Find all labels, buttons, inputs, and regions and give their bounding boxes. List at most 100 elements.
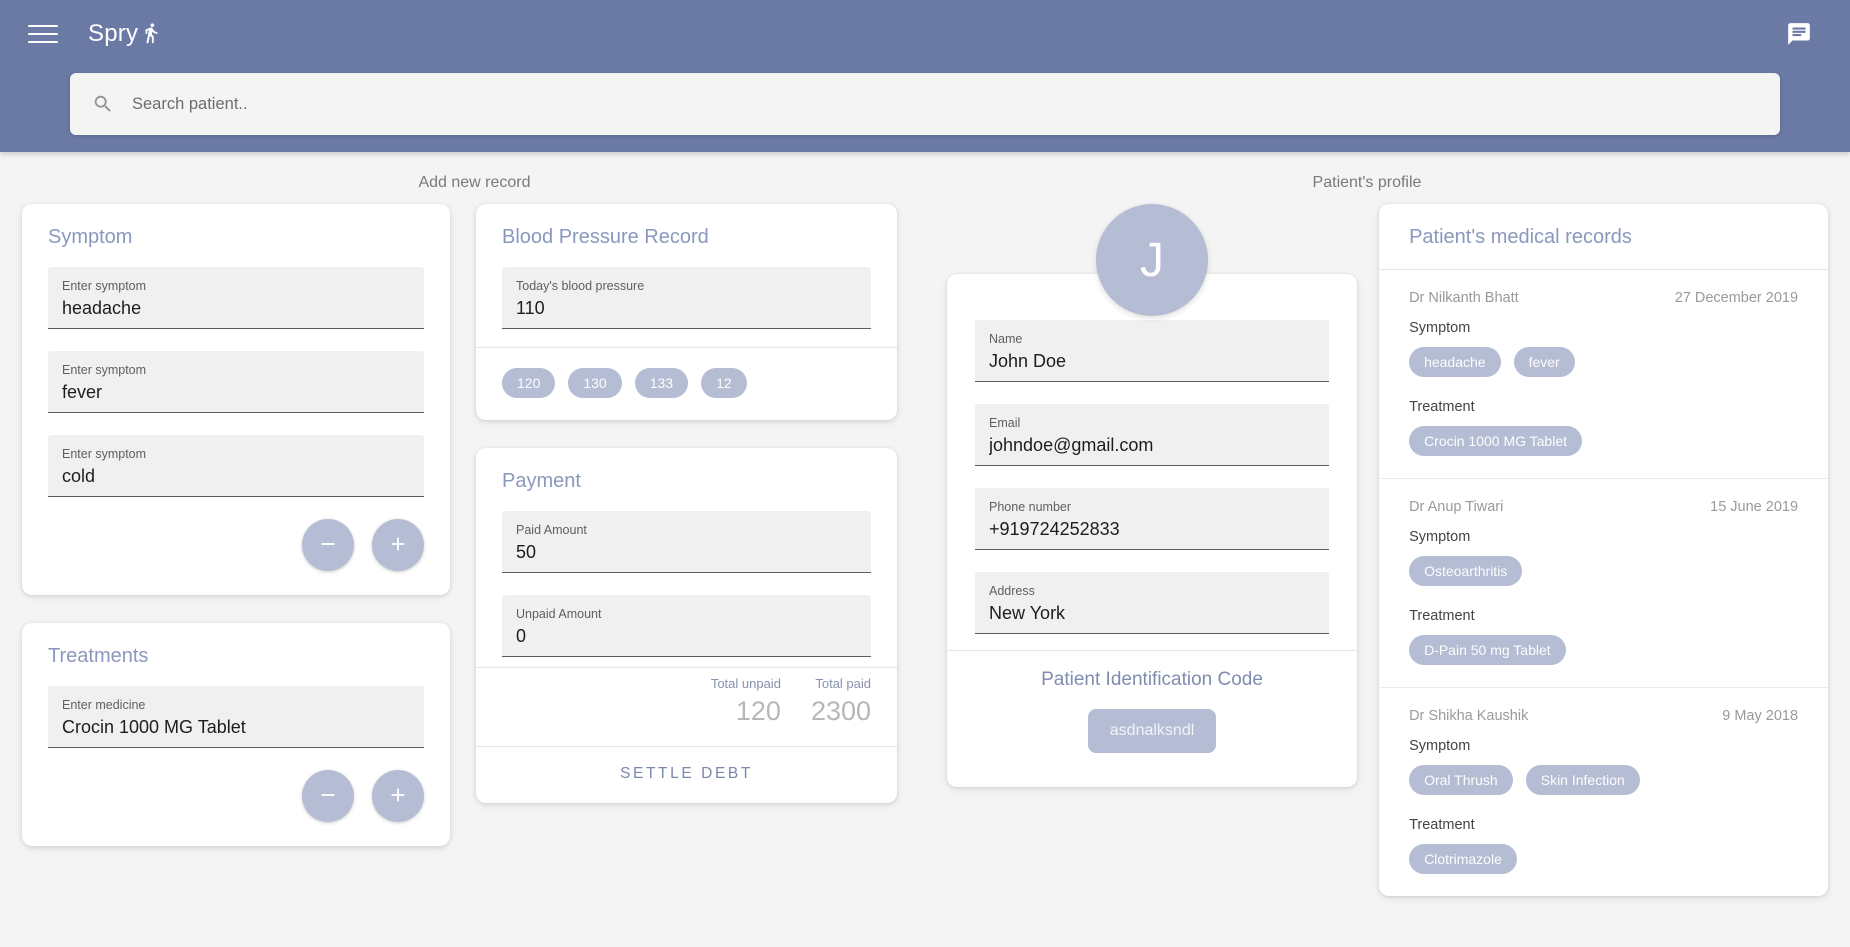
bp-field-label: Today's blood pressure: [516, 279, 645, 293]
patient-identification-code[interactable]: asdnalksndl: [1087, 709, 1217, 753]
patient-address-input[interactable]: [989, 600, 1316, 626]
app-bar-actions: [1786, 21, 1824, 47]
settle-debt-button[interactable]: SETTLE DEBT: [476, 747, 897, 803]
medicine-field[interactable]: Enter medicine: [48, 686, 424, 748]
record-symptom-label: Symptom: [1409, 320, 1471, 336]
symptom-field-3-label: Enter symptom: [62, 447, 147, 461]
plus-icon: [387, 784, 409, 809]
patient-name-field[interactable]: Name: [975, 320, 1330, 382]
treatment-chip[interactable]: D-Pain 50 mg Tablet: [1409, 635, 1566, 665]
treatment-fab-row: [48, 770, 424, 822]
record-header: Dr Shikha Kaushik 9 May 2018: [1409, 708, 1798, 724]
record-item[interactable]: Dr Shikha Kaushik 9 May 2018 Symptom Ora…: [1379, 687, 1829, 896]
column-bp-payment: Blood Pressure Record Today's blood pres…: [476, 204, 925, 803]
hamburger-menu-icon[interactable]: [26, 17, 60, 51]
record-symptom-label: Symptom: [1409, 529, 1471, 545]
treatments-card: Treatments Enter medicine: [22, 623, 450, 846]
total-unpaid-block: Total unpaid 120: [711, 674, 781, 728]
patient-phone-field[interactable]: Phone number: [975, 488, 1330, 550]
total-paid-label: Total paid: [815, 676, 872, 691]
patient-phone-label: Phone number: [989, 500, 1072, 514]
column-patient-profile: J Name Email: [925, 204, 1379, 787]
symptom-field-2-input[interactable]: [62, 379, 410, 405]
unpaid-amount-label: Unpaid Amount: [516, 607, 602, 621]
patient-profile-card: Name Email Phone numbe: [947, 274, 1358, 787]
search-bar[interactable]: [70, 73, 1780, 135]
brand-label: Spry: [88, 20, 139, 47]
unpaid-amount-field[interactable]: Unpaid Amount: [502, 595, 872, 657]
unpaid-amount-input[interactable]: [516, 623, 858, 649]
symptom-chip[interactable]: Skin Infection: [1525, 765, 1640, 795]
record-symptom-chips: Oral Thrush Skin Infection: [1409, 765, 1798, 795]
bp-field-input[interactable]: [516, 295, 858, 321]
section-title-add-record: Add new record: [418, 174, 531, 191]
medical-records-card: Patient's medical records Dr Nilkanth Bh…: [1379, 204, 1829, 896]
patient-email-input[interactable]: [989, 432, 1316, 458]
patient-email-field[interactable]: Email: [975, 404, 1330, 466]
medicine-field-input[interactable]: [62, 714, 410, 740]
treatment-chip[interactable]: Crocin 1000 MG Tablet: [1409, 426, 1582, 456]
blood-pressure-card: Blood Pressure Record Today's blood pres…: [476, 204, 898, 420]
medicine-field-label: Enter medicine: [62, 698, 146, 712]
section-labels: Add new record Patient's profile: [22, 152, 1828, 204]
record-doctor: Dr Anup Tiwari: [1409, 499, 1504, 515]
treatment-chip[interactable]: Clotrimazole: [1409, 844, 1517, 874]
bp-history-chip[interactable]: 130: [568, 368, 622, 398]
record-treatment-chips: Clotrimazole: [1409, 844, 1798, 874]
paid-amount-label: Paid Amount: [516, 523, 587, 537]
symptom-field-1-input[interactable]: [62, 295, 410, 321]
bp-history-chip[interactable]: 133: [634, 368, 689, 398]
payment-totals: Total unpaid 120 Total paid 2300: [476, 668, 897, 746]
running-person-icon: [140, 22, 162, 46]
symptom-field-3[interactable]: Enter symptom: [48, 435, 424, 497]
symptom-field-3-input[interactable]: [62, 463, 410, 489]
patient-phone-input[interactable]: [989, 516, 1316, 542]
medical-records-title: Patient's medical records: [1409, 226, 1632, 248]
record-item[interactable]: Dr Nilkanth Bhatt 27 December 2019 Sympt…: [1379, 270, 1828, 478]
symptom-field-2[interactable]: Enter symptom: [48, 351, 424, 413]
profile-fields: Name Email Phone numbe: [947, 274, 1357, 650]
record-treatment-label: Treatment: [1409, 817, 1475, 833]
record-treatment-label: Treatment: [1409, 399, 1475, 415]
remove-treatment-button[interactable]: [302, 770, 354, 822]
medical-records-header: Patient's medical records: [1379, 204, 1828, 269]
record-header: Dr Nilkanth Bhatt 27 December 2019: [1409, 290, 1798, 306]
symptom-chip[interactable]: Osteoarthritis: [1409, 556, 1523, 586]
record-symptom-chips: headache fever: [1409, 347, 1798, 377]
symptom-field-2-label: Enter symptom: [62, 363, 147, 377]
bp-history-chip[interactable]: 12: [701, 368, 747, 398]
patient-name-input[interactable]: [989, 348, 1316, 374]
section-title-patient-profile: Patient's profile: [1312, 174, 1422, 191]
bp-field[interactable]: Today's blood pressure: [502, 267, 872, 329]
add-symptom-button[interactable]: [372, 519, 424, 571]
total-paid-value: 2300: [810, 696, 872, 726]
patient-address-field[interactable]: Address: [975, 572, 1330, 634]
search-icon: [92, 93, 114, 115]
remove-symptom-button[interactable]: [302, 519, 354, 571]
paid-amount-field[interactable]: Paid Amount: [502, 511, 872, 573]
record-date: 9 May 2018: [1722, 708, 1799, 724]
bp-history-chip[interactable]: 120: [502, 368, 556, 398]
column-symptom-treatments: Symptom Enter symptom Enter symptom: [22, 204, 476, 846]
paid-amount-input[interactable]: [516, 539, 858, 565]
symptom-card-title: Symptom: [48, 226, 133, 248]
column-medical-records: Patient's medical records Dr Nilkanth Bh…: [1379, 204, 1829, 896]
page-body: Add new record Patient's profile Symptom…: [0, 152, 1850, 896]
chat-bubble-icon[interactable]: [1786, 21, 1812, 47]
patient-email-label: Email: [989, 416, 1021, 430]
symptom-chip[interactable]: Oral Thrush: [1409, 765, 1513, 795]
symptom-chip[interactable]: fever: [1513, 347, 1575, 377]
symptom-chip[interactable]: headache: [1409, 347, 1501, 377]
add-treatment-button[interactable]: [372, 770, 424, 822]
record-date: 15 June 2019: [1710, 499, 1799, 515]
record-item[interactable]: Dr Anup Tiwari 15 June 2019 Symptom Oste…: [1379, 478, 1829, 687]
symptom-field-1-label: Enter symptom: [62, 279, 147, 293]
bp-card-title: Blood Pressure Record: [502, 226, 709, 248]
avatar: J: [1096, 204, 1209, 316]
symptom-field-1[interactable]: Enter symptom: [48, 267, 424, 329]
record-doctor: Dr Nilkanth Bhatt: [1409, 290, 1519, 306]
total-unpaid-value: 120: [735, 696, 781, 726]
patient-identification-title: Patient Identification Code: [1041, 669, 1263, 690]
search-input[interactable]: [132, 94, 1758, 114]
brand: Spry: [88, 20, 162, 48]
